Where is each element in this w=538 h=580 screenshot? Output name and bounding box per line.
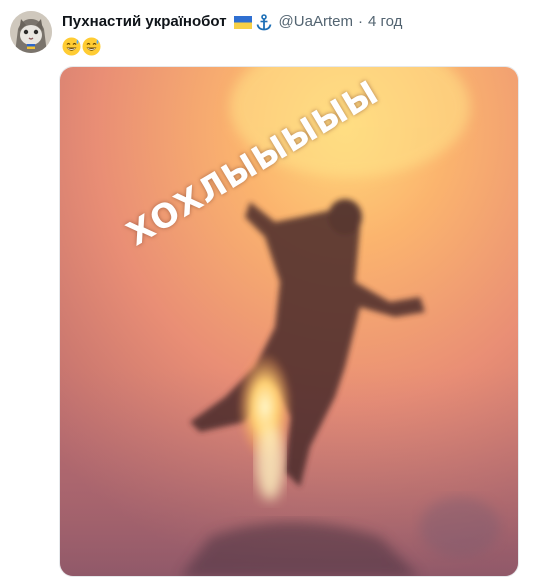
display-name[interactable]: Пухнастий українобот <box>62 12 227 32</box>
tweet-text <box>62 35 101 57</box>
separator-dot: · <box>357 13 363 30</box>
grinning-sweat-emoji-icon <box>82 37 101 56</box>
timestamp[interactable]: 4 год <box>368 12 402 32</box>
grinning-sweat-emoji-icon <box>62 37 81 56</box>
ukraine-flag-icon <box>233 15 252 29</box>
tweet[interactable]: Пухнастий українобот @UaArtem · 4 год ХО… <box>0 0 538 580</box>
user-handle[interactable]: @UaArtem <box>279 12 353 32</box>
avatar[interactable] <box>10 11 52 53</box>
tweet-header: Пухнастий українобот @UaArtem · 4 год <box>62 12 528 32</box>
anchor-icon <box>256 13 272 31</box>
tweet-media-image[interactable]: ХОХЛЫЫЫЫЫ <box>59 66 519 577</box>
